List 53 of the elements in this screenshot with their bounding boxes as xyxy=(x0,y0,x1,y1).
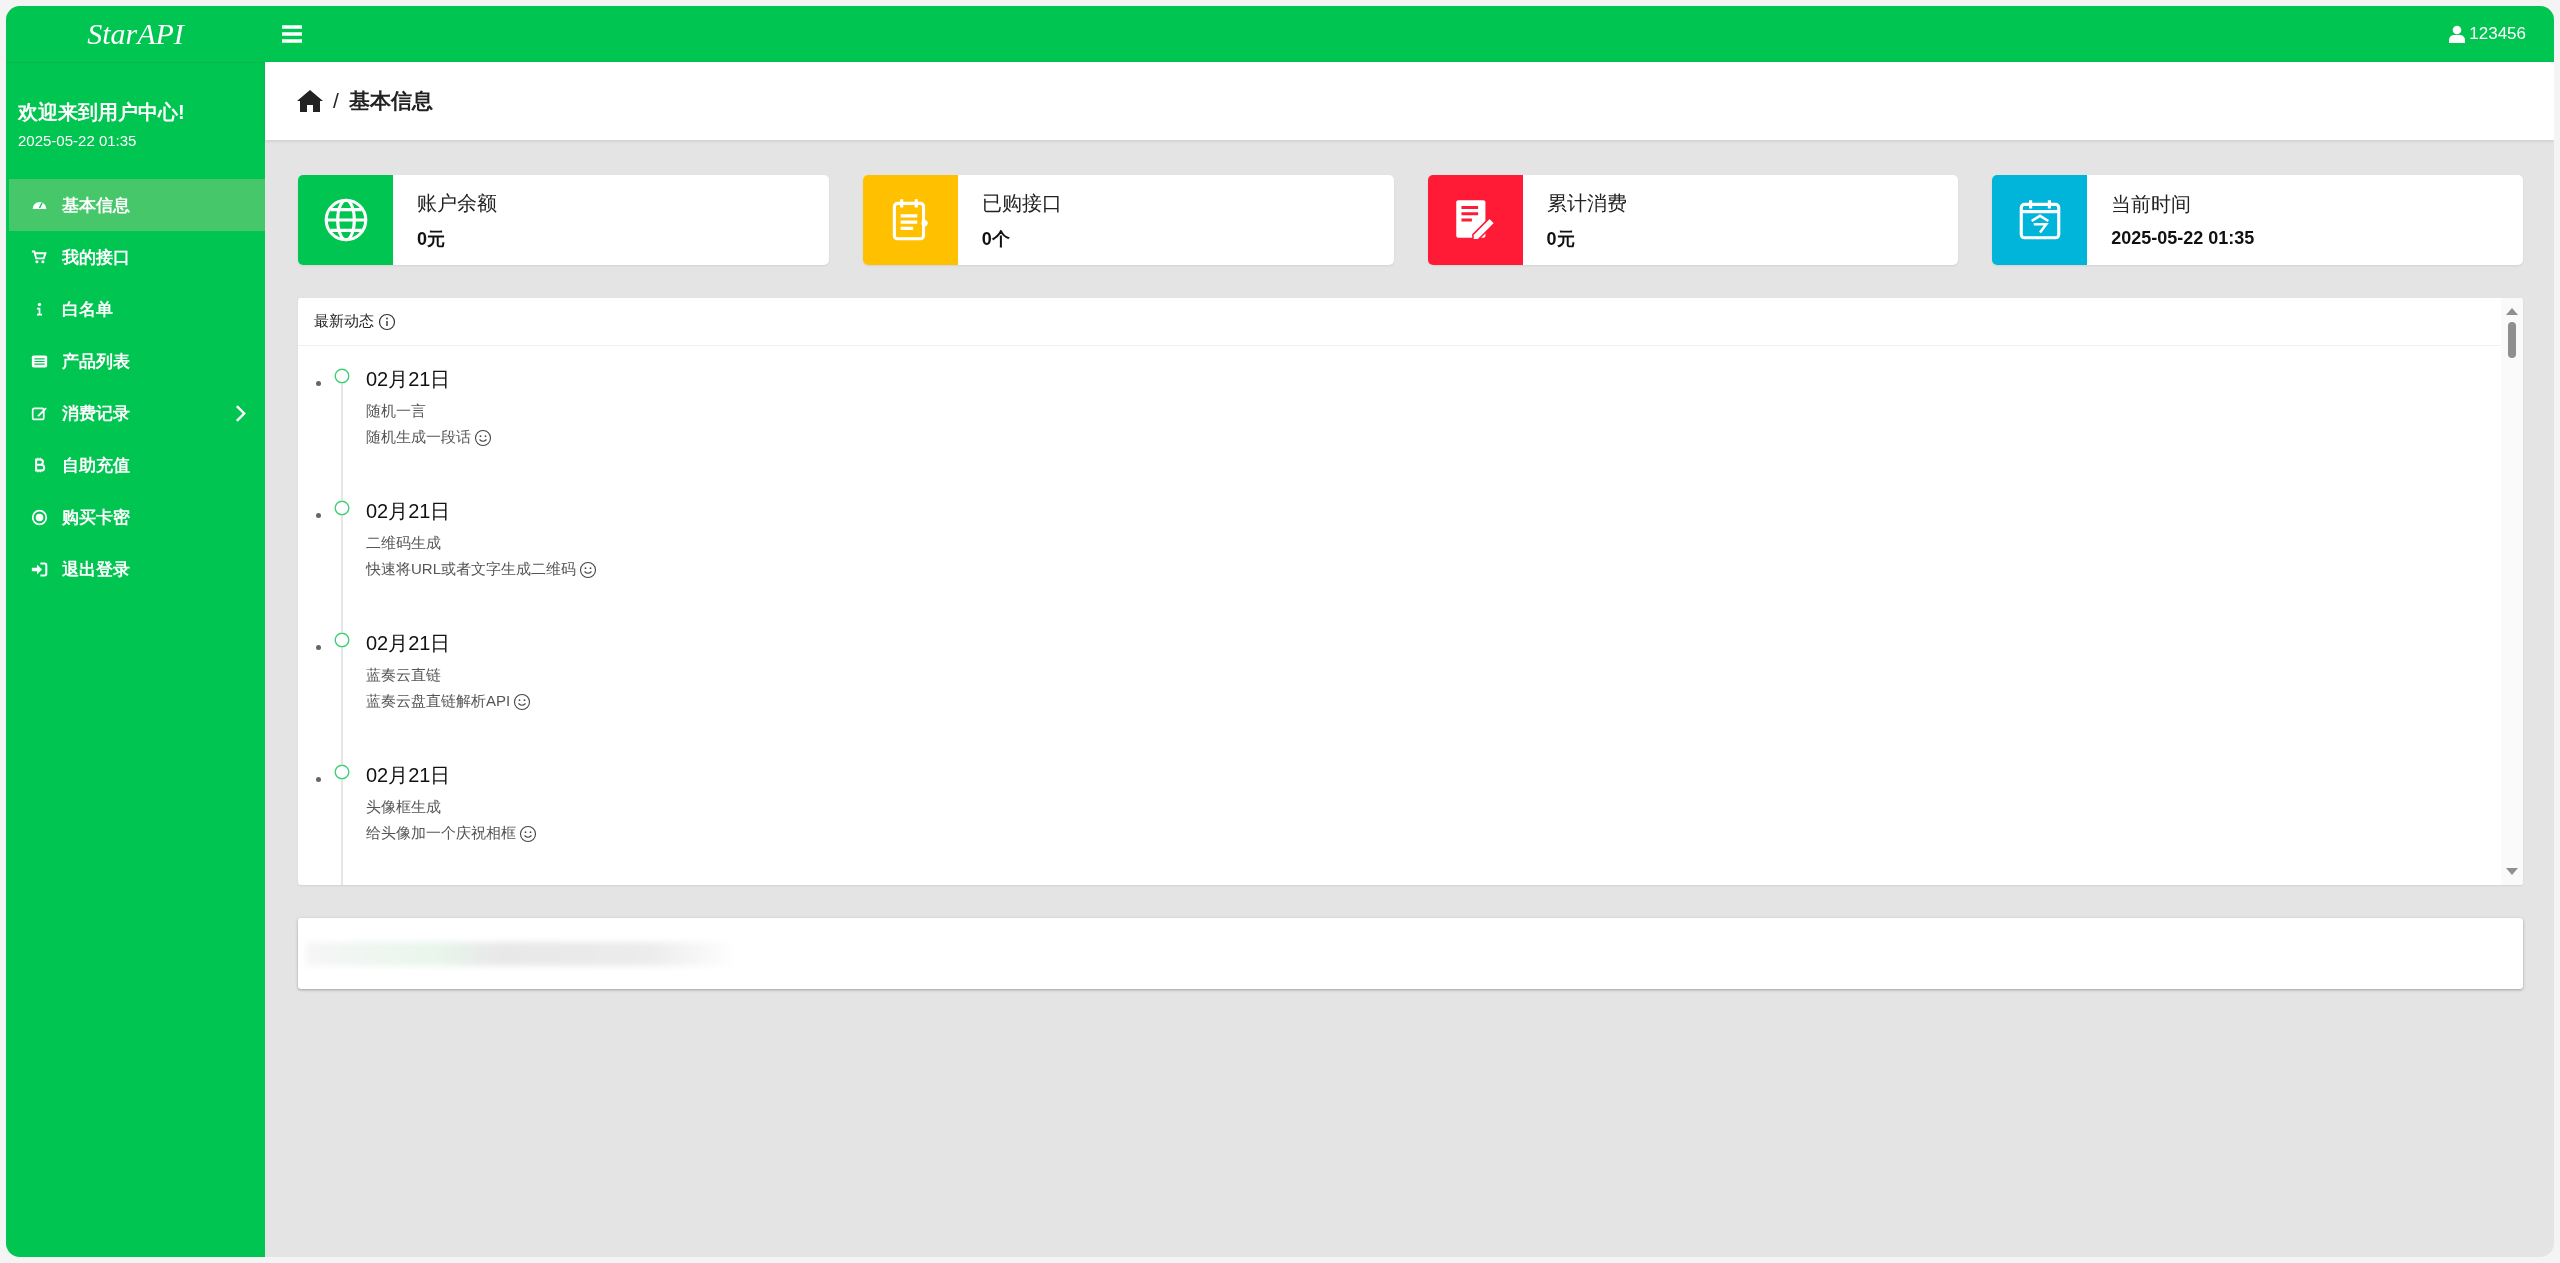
bullet-icon xyxy=(316,777,321,782)
entry-date: 02月21日 xyxy=(366,632,452,654)
sidebar-item[interactable]: 基本信息 xyxy=(9,179,265,231)
stat-label: 当前时间 xyxy=(2111,192,2193,217)
user-menu[interactable]: 123456 xyxy=(2449,24,2526,44)
sidebar-item[interactable]: 自助充值 xyxy=(9,439,265,491)
info-icon xyxy=(378,312,396,331)
stat-value: 0个 xyxy=(981,227,1011,251)
entry-description: 给头像加一个庆祝相框 xyxy=(366,824,516,843)
stat-value: 0元 xyxy=(417,227,446,251)
stat-label: 已购接口 xyxy=(981,190,1062,216)
welcome-datetime: 2025-05-22 01:35 xyxy=(18,132,138,149)
bullet-icon xyxy=(316,381,321,386)
sidebar-item[interactable]: 白名单 xyxy=(9,283,265,335)
timeline-node-icon xyxy=(334,500,350,516)
entry-description: 随机生成一段话 xyxy=(366,428,471,447)
entry-date: 02月21日 xyxy=(366,368,452,390)
timeline-node-icon xyxy=(334,764,350,780)
timeline-node-icon xyxy=(334,632,350,648)
sidebar-item[interactable]: 消费记录 xyxy=(9,387,265,439)
entry-date: 02月21日 xyxy=(366,764,452,786)
breadcrumb-separator: / xyxy=(333,89,339,113)
sidebar-item[interactable]: 产品列表 xyxy=(9,335,265,387)
smiley-icon xyxy=(474,428,492,447)
smiley-icon xyxy=(519,824,537,843)
home-icon[interactable] xyxy=(297,89,323,113)
entry-date: 02月21日 xyxy=(366,500,452,522)
sidebar-item[interactable]: 购买卡密 xyxy=(9,491,265,543)
user-icon xyxy=(2449,25,2466,43)
stat-label: 累计消费 xyxy=(1546,190,1627,216)
menu-icon[interactable] xyxy=(281,24,303,44)
timeline-node-icon xyxy=(334,368,350,384)
cart-icon xyxy=(31,248,48,266)
smiley-icon xyxy=(579,560,597,579)
feed-title: 最新动态 xyxy=(314,312,374,331)
entry-description: 快速将URL或者文字生成二维码 xyxy=(366,560,576,579)
stat-value: 0元 xyxy=(1546,227,1576,251)
entry-title: 随机一言 xyxy=(366,402,427,421)
welcome-text: 欢迎来到用户中心! xyxy=(18,100,186,125)
bullet-icon xyxy=(316,645,321,650)
entry-title: 蓝奏云直链 xyxy=(366,666,442,685)
smiley-icon xyxy=(513,692,532,711)
sign-in-icon xyxy=(31,560,48,578)
stat-value: 2025-05-22 01:35 xyxy=(2111,228,2255,249)
sidebar-item[interactable]: 我的接口 xyxy=(9,231,265,283)
bullet-icon xyxy=(316,513,321,518)
stat-label: 账户余额 xyxy=(417,190,497,216)
sidebar-item[interactable]: 退出登录 xyxy=(9,543,265,595)
entry-description: 蓝奏云盘直链解析API xyxy=(366,692,511,711)
entry-title: 二维码生成 xyxy=(366,534,442,553)
target-icon xyxy=(31,508,48,526)
entry-title: 头像框生成 xyxy=(366,798,442,817)
breadcrumb-current: 基本信息 xyxy=(348,88,433,114)
